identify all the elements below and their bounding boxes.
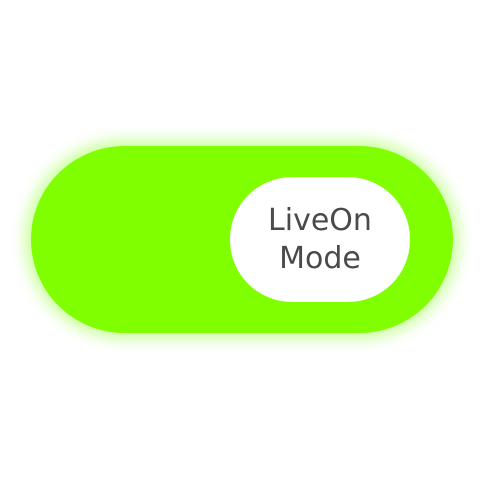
toggle-label: LiveOn Mode [268, 202, 372, 278]
canvas: LiveOn Mode [0, 0, 480, 480]
toggle-knob[interactable]: LiveOn Mode [230, 177, 410, 302]
toggle-label-line2: Mode [279, 240, 361, 276]
toggle-label-line1: LiveOn [268, 202, 372, 238]
